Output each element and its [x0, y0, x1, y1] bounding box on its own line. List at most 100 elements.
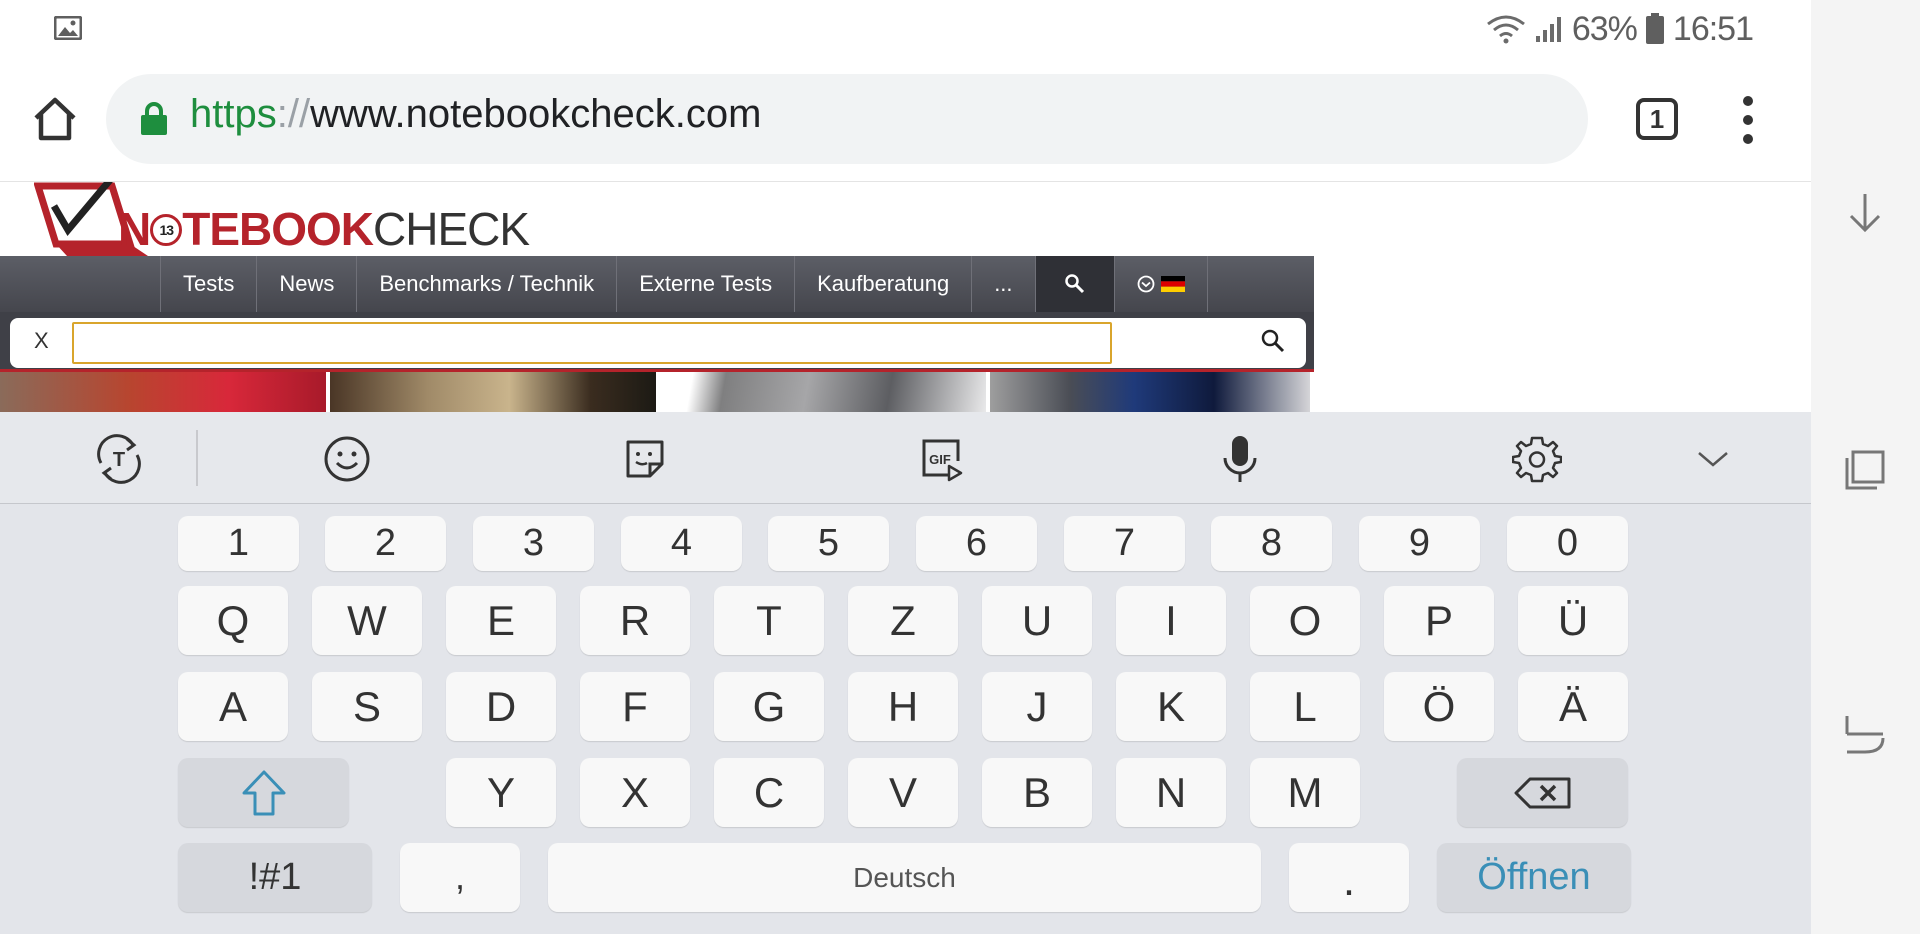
key-4[interactable]: 4: [621, 516, 742, 571]
toolbar-divider: [196, 430, 198, 486]
gif-icon[interactable]: GIF: [915, 432, 969, 486]
key-9[interactable]: 9: [1359, 516, 1480, 571]
key-i[interactable]: I: [1116, 586, 1226, 655]
key-l[interactable]: L: [1250, 672, 1360, 741]
soft-keyboard: T GIF 1 2 3 4 5 6 7 8 9 0 Q W E R T Z U …: [0, 412, 1811, 934]
battery-percent: 63%: [1571, 9, 1638, 48]
text-mode-icon[interactable]: T: [92, 432, 146, 486]
key-v[interactable]: V: [848, 758, 958, 827]
key-oe[interactable]: Ö: [1384, 672, 1494, 741]
language-selector[interactable]: [1113, 256, 1208, 312]
key-8[interactable]: 8: [1211, 516, 1332, 571]
site-nav: Tests News Benchmarks / Technik Externe …: [0, 256, 1314, 312]
settings-icon[interactable]: [1510, 432, 1564, 486]
key-1[interactable]: 1: [178, 516, 299, 571]
key-d[interactable]: D: [446, 672, 556, 741]
nav-item-news[interactable]: News: [256, 256, 356, 312]
german-flag-icon: [1160, 276, 1185, 292]
sticker-icon[interactable]: [618, 432, 672, 486]
symbols-key[interactable]: !#1: [178, 843, 372, 912]
site-search-bar: X: [0, 312, 1314, 372]
key-n[interactable]: N: [1116, 758, 1226, 827]
url-scheme: https: [190, 92, 277, 136]
key-t[interactable]: T: [714, 586, 824, 655]
recent-apps-icon[interactable]: [1843, 448, 1887, 492]
key-h[interactable]: H: [848, 672, 958, 741]
nav-item-externe-tests[interactable]: Externe Tests: [616, 256, 794, 312]
collapse-icon[interactable]: [1686, 432, 1740, 486]
key-y[interactable]: Y: [446, 758, 556, 827]
key-6[interactable]: 6: [916, 516, 1037, 571]
backspace-icon: [1514, 777, 1570, 808]
home-icon[interactable]: [30, 94, 80, 144]
logo-badge: 13: [150, 213, 183, 246]
key-m[interactable]: M: [1250, 758, 1360, 827]
key-3[interactable]: 3: [473, 516, 594, 571]
key-p[interactable]: P: [1384, 586, 1494, 655]
search-icon: [1064, 274, 1084, 294]
key-2[interactable]: 2: [325, 516, 446, 571]
signal-icon: [1535, 17, 1561, 42]
period-key[interactable]: .: [1289, 843, 1409, 912]
nav-item-tests[interactable]: Tests: [160, 256, 256, 312]
url-host: www.notebookcheck.com: [310, 92, 762, 136]
key-k[interactable]: K: [1116, 672, 1226, 741]
key-e[interactable]: E: [446, 586, 556, 655]
open-action-key[interactable]: Öffnen: [1437, 843, 1631, 912]
key-j[interactable]: J: [982, 672, 1092, 741]
url-separator: ://: [276, 92, 311, 136]
key-q[interactable]: Q: [178, 586, 288, 655]
svg-text:GIF: GIF: [929, 452, 951, 467]
thumbnail-image[interactable]: [660, 372, 986, 412]
key-c[interactable]: C: [714, 758, 824, 827]
key-s[interactable]: S: [312, 672, 422, 741]
system-nav-bar: [1811, 0, 1920, 934]
emoji-icon[interactable]: [320, 432, 374, 486]
key-z[interactable]: Z: [848, 586, 958, 655]
hide-keyboard-icon[interactable]: [1843, 190, 1887, 234]
thumbnail-image[interactable]: [330, 372, 656, 412]
key-u[interactable]: U: [982, 586, 1092, 655]
browser-toolbar: https://www.notebookcheck.com 1: [0, 58, 1811, 182]
key-ae[interactable]: Ä: [1518, 672, 1628, 741]
key-w[interactable]: W: [312, 586, 422, 655]
address-bar[interactable]: https://www.notebookcheck.com: [106, 74, 1588, 164]
key-0[interactable]: 0: [1507, 516, 1628, 571]
close-search-button[interactable]: X: [34, 328, 49, 354]
key-r[interactable]: R: [580, 586, 690, 655]
thumbnail-image[interactable]: [0, 372, 326, 412]
key-x[interactable]: X: [580, 758, 690, 827]
key-ue[interactable]: Ü: [1518, 586, 1628, 655]
nav-item-kaufberatung[interactable]: Kaufberatung: [794, 256, 971, 312]
site-search-input[interactable]: [72, 322, 1112, 364]
key-5[interactable]: 5: [768, 516, 889, 571]
site-search-box: X: [10, 318, 1306, 368]
key-7[interactable]: 7: [1064, 516, 1185, 571]
key-o[interactable]: O: [1250, 586, 1360, 655]
back-icon[interactable]: [1843, 712, 1887, 756]
search-submit-icon[interactable]: [1260, 328, 1286, 354]
nav-item-more[interactable]: ...: [971, 256, 1034, 312]
space-key[interactable]: Deutsch: [548, 843, 1261, 912]
key-f[interactable]: F: [580, 672, 690, 741]
url-text[interactable]: https://www.notebookcheck.com: [190, 92, 761, 137]
overflow-menu-icon[interactable]: [1732, 92, 1764, 148]
nav-item-benchmarks[interactable]: Benchmarks / Technik: [356, 256, 616, 312]
web-content: N 13 TEBOOKCHECK Tests News Benchmarks / T…: [0, 182, 1811, 412]
backspace-key[interactable]: [1457, 758, 1628, 827]
lock-icon[interactable]: [140, 102, 168, 136]
thumbnail-image[interactable]: [990, 372, 1310, 412]
battery-icon: [1645, 13, 1664, 44]
clock: 16:51: [1672, 9, 1754, 48]
microphone-icon[interactable]: [1213, 432, 1267, 486]
logo-text: N 13 TEBOOKCHECK: [118, 203, 530, 255]
key-a[interactable]: A: [178, 672, 288, 741]
shift-icon: [242, 770, 285, 815]
nav-search-button[interactable]: [1034, 256, 1114, 312]
tab-switcher-button[interactable]: 1: [1636, 98, 1678, 140]
comma-key[interactable]: ,: [400, 843, 520, 912]
key-g[interactable]: G: [714, 672, 824, 741]
article-thumbnails: [0, 372, 1314, 412]
shift-key[interactable]: [178, 758, 349, 827]
key-b[interactable]: B: [982, 758, 1092, 827]
